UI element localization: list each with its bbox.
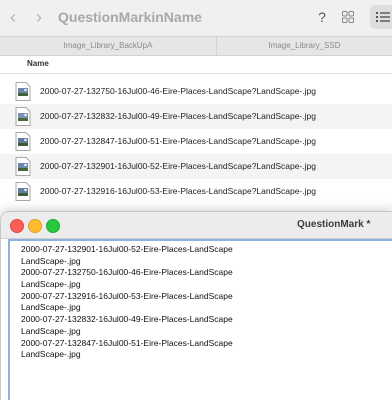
close-button[interactable] <box>10 219 24 233</box>
file-list: 2000-07-27-132750-16Jul00-46-Eire-Places… <box>0 79 392 204</box>
name-column-header[interactable]: Name <box>27 59 49 68</box>
jpeg-file-icon <box>15 82 31 101</box>
file-row[interactable]: 2000-07-27-132832-16Jul00-49-Eire-Places… <box>0 104 392 129</box>
file-row[interactable]: 2000-07-27-132901-16Jul00-52-Eire-Places… <box>0 154 392 179</box>
text-line: 2000-07-27-132832-16Jul00-49-Eire-Places… <box>21 314 233 325</box>
list-view-icon <box>376 12 390 22</box>
file-row[interactable]: 2000-07-27-132750-16Jul00-46-Eire-Places… <box>0 79 392 104</box>
text-line: LandScape-.jpg <box>21 302 81 313</box>
file-row[interactable]: 2000-07-27-132916-16Jul00-53-Eire-Places… <box>0 179 392 204</box>
text-line: 2000-07-27-132847-16Jul00-51-Eire-Places… <box>21 337 233 348</box>
text-line: 2000-07-27-132916-16Jul00-53-Eire-Places… <box>21 290 233 301</box>
document-text: 2000-07-27-132901-16Jul00-52-Eire-Places… <box>10 241 392 361</box>
back-icon[interactable]: ‹ <box>6 8 20 26</box>
list-view-button[interactable] <box>370 5 392 29</box>
textedit-titlebar[interactable]: QuestionMark * <box>1 212 392 239</box>
desktop: ‹ › QuestionMarkinName ? Image_Library_B… <box>0 0 392 400</box>
file-name: 2000-07-27-132916-16Jul00-53-Eire-Places… <box>40 186 316 196</box>
file-name: 2000-07-27-132750-16Jul00-46-Eire-Places… <box>40 86 316 96</box>
forward-icon[interactable]: › <box>32 8 46 26</box>
text-line: LandScape-.jpg <box>21 255 81 266</box>
column-header: Name <box>0 56 392 74</box>
maximize-button[interactable] <box>46 219 60 233</box>
tab-bar: Image_Library_BackUpA Image_Library_SSD <box>0 36 392 56</box>
text-line: 2000-07-27-132750-16Jul00-46-Eire-Places… <box>21 267 233 278</box>
jpeg-file-icon <box>15 107 31 126</box>
file-row[interactable]: 2000-07-27-132847-16Jul00-51-Eire-Places… <box>0 129 392 154</box>
tab-image-library-backupa[interactable]: Image_Library_BackUpA <box>0 37 217 55</box>
grid-view-icon[interactable] <box>342 11 354 23</box>
text-line: LandScape-.jpg <box>21 279 81 290</box>
text-line: LandScape-.jpg <box>21 349 81 360</box>
document-title: QuestionMark * <box>297 219 371 230</box>
document-text-area[interactable]: 2000-07-27-132901-16Jul00-52-Eire-Places… <box>8 239 392 400</box>
tab-image-library-ssd[interactable]: Image_Library_SSD <box>217 37 392 55</box>
jpeg-file-icon <box>15 132 31 151</box>
textedit-window: QuestionMark * 2000-07-27-132901-16Jul00… <box>0 211 392 400</box>
window-title: QuestionMarkinName <box>58 9 202 25</box>
minimize-button[interactable] <box>28 219 42 233</box>
help-button[interactable]: ? <box>316 9 328 25</box>
finder-toolbar: ‹ › QuestionMarkinName ? <box>0 0 392 36</box>
file-name: 2000-07-27-132901-16Jul00-52-Eire-Places… <box>40 161 316 171</box>
jpeg-file-icon <box>15 157 31 176</box>
text-line: 2000-07-27-132901-16Jul00-52-Eire-Places… <box>21 244 233 254</box>
text-line: LandScape-.jpg <box>21 325 81 336</box>
file-name: 2000-07-27-132847-16Jul00-51-Eire-Places… <box>40 136 316 146</box>
jpeg-file-icon <box>15 182 31 201</box>
file-name: 2000-07-27-132832-16Jul00-49-Eire-Places… <box>40 111 316 121</box>
